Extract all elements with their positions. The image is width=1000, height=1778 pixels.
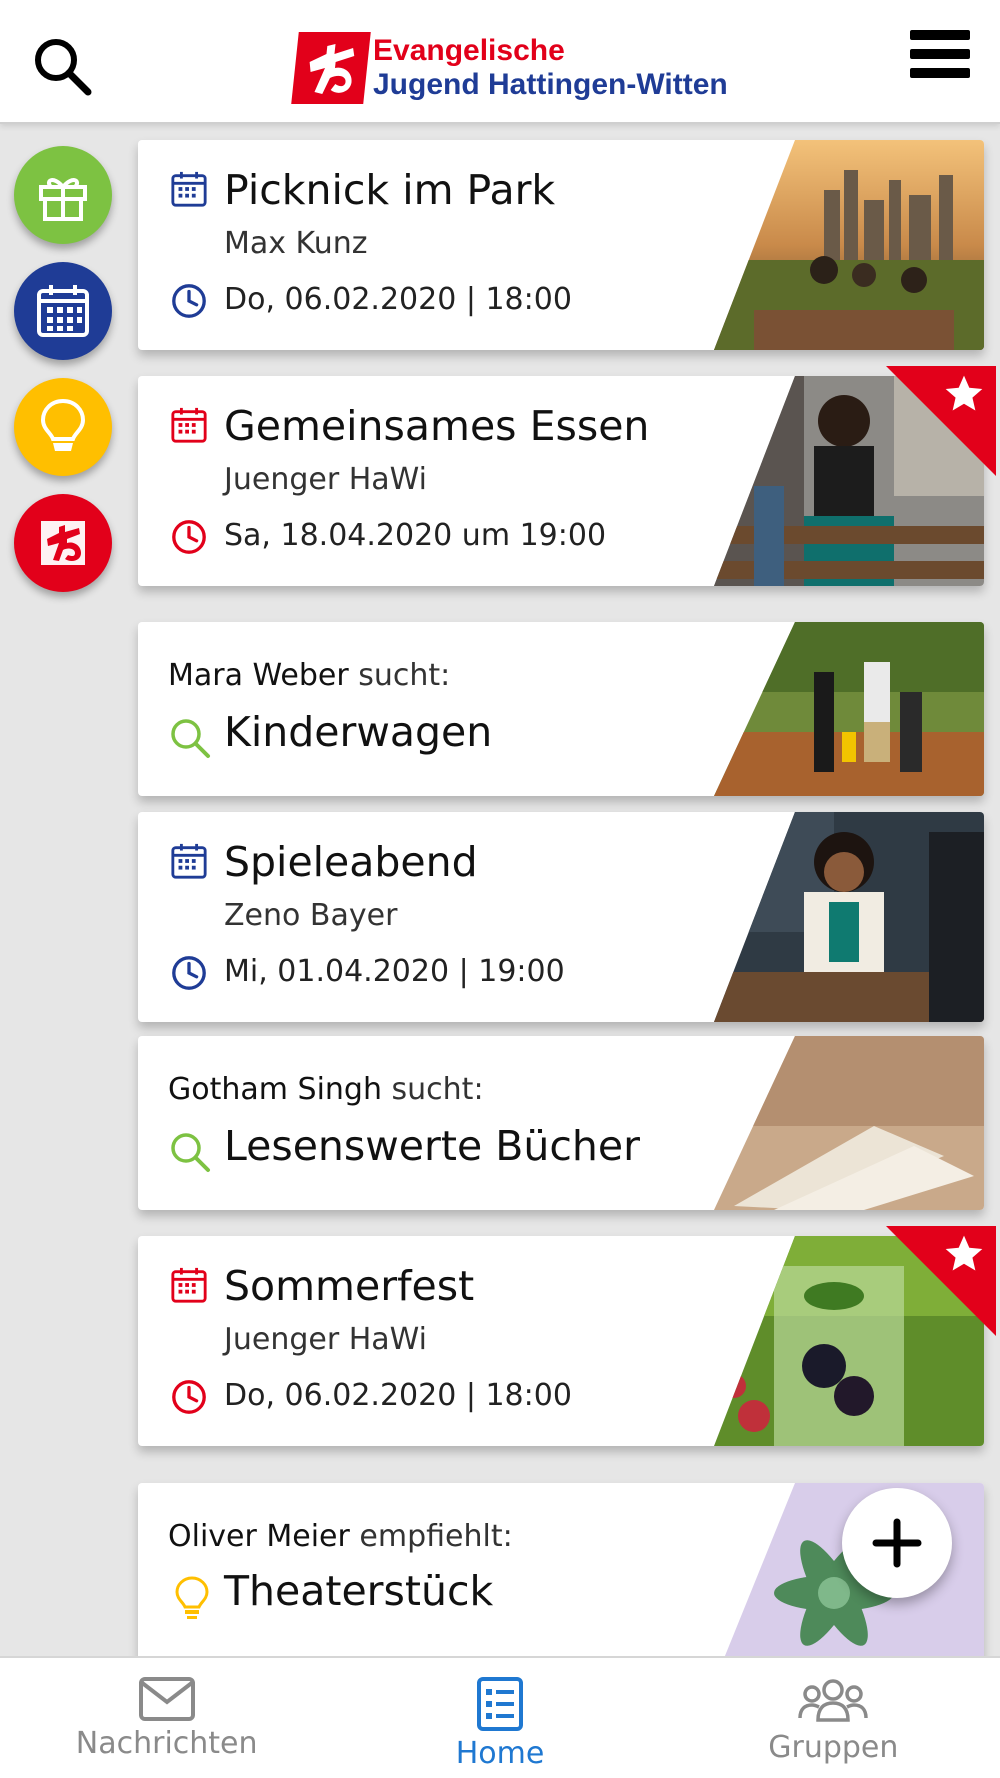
- tab-nachrichten[interactable]: Nachrichten: [0, 1658, 333, 1778]
- clock-icon: [172, 520, 206, 554]
- event-organizer: Juenger HaWi: [224, 462, 427, 497]
- star-icon: [945, 375, 983, 411]
- request-image: [714, 622, 984, 796]
- event-organizer: Max Kunz: [224, 226, 368, 261]
- clock-icon: [172, 956, 206, 990]
- recommendation-person: Oliver Meier: [168, 1519, 350, 1554]
- star-icon: [945, 1235, 983, 1271]
- request-title: Lesenswerte Bücher: [224, 1122, 640, 1170]
- app-header: Evangelische Jugend Hattingen-Witten: [0, 0, 1000, 124]
- request-title: Kinderwagen: [224, 708, 493, 756]
- list-icon: [476, 1677, 523, 1731]
- logo-text-line2: Jugend Hattingen-Witten: [373, 68, 728, 101]
- event-card[interactable]: Sommerfest Juenger HaWi Do, 06.02.2020 |…: [138, 1226, 996, 1446]
- group-icon: [798, 1679, 869, 1722]
- organization-button[interactable]: [14, 494, 112, 592]
- event-datetime: Do, 06.02.2020 | 18:00: [224, 1378, 572, 1413]
- logo-text-line1: Evangelische: [373, 34, 565, 67]
- request-card[interactable]: Mara Weber sucht: Kinderwagen: [138, 622, 984, 796]
- gift-icon: [39, 178, 87, 221]
- event-title: Picknick im Park: [224, 166, 556, 214]
- mail-icon: [138, 1677, 195, 1721]
- bottom-navigation: Nachrichten Home Gruppen: [0, 1656, 1000, 1778]
- recommendation-title: Theaterstück: [224, 1567, 494, 1615]
- request-verb: sucht:: [358, 658, 451, 693]
- event-image: [714, 812, 984, 1022]
- calendar-icon: [37, 285, 89, 337]
- search-button[interactable]: [30, 34, 94, 98]
- event-organizer: Juenger HaWi: [224, 1322, 427, 1357]
- event-card[interactable]: Spieleabend Zeno Bayer Mi, 01.04.2020 | …: [138, 812, 984, 1022]
- search-icon: [35, 39, 92, 96]
- clock-icon: [172, 1380, 206, 1414]
- search-icon: [171, 1133, 210, 1172]
- event-card[interactable]: Picknick im Park Max Kunz Do, 06.02.2020…: [138, 140, 984, 350]
- event-organizer: Zeno Bayer: [224, 898, 398, 933]
- hamburger-menu-icon: [910, 30, 970, 40]
- recommendation-header: Oliver Meier empfiehlt:: [168, 1519, 513, 1554]
- add-button[interactable]: [842, 1488, 952, 1598]
- hamburger-menu-button[interactable]: [910, 30, 970, 86]
- logo-mark-icon: [291, 32, 371, 104]
- tab-label: Home: [455, 1736, 545, 1771]
- event-datetime: Do, 06.02.2020 | 18:00: [224, 282, 572, 317]
- calendar-icon: [171, 843, 207, 879]
- clock-icon: [172, 284, 206, 318]
- tab-gruppen[interactable]: Gruppen: [667, 1658, 1000, 1778]
- request-header: Gotham Singh sucht:: [168, 1072, 484, 1107]
- lightbulb-icon: [175, 1576, 209, 1619]
- idea-button[interactable]: [14, 378, 112, 476]
- request-card[interactable]: Gotham Singh sucht: Lesenswerte Bücher: [138, 1036, 984, 1210]
- request-image: [714, 1036, 984, 1210]
- tab-label: Gruppen: [768, 1730, 899, 1765]
- calendar-icon: [171, 171, 207, 207]
- plus-icon: [872, 1518, 922, 1568]
- logo-icon: [41, 521, 85, 565]
- event-title: Sommerfest: [224, 1262, 475, 1310]
- event-title: Spieleabend: [224, 838, 478, 886]
- calendar-icon: [171, 1267, 207, 1303]
- event-card[interactable]: Gemeinsames Essen Juenger HaWi Sa, 18.04…: [138, 366, 996, 586]
- recommendation-verb: empfiehlt:: [359, 1519, 513, 1554]
- request-person: Gotham Singh: [168, 1072, 382, 1107]
- request-person: Mara Weber: [168, 658, 349, 693]
- calendar-button[interactable]: [14, 262, 112, 360]
- lightbulb-icon: [40, 398, 86, 451]
- event-datetime: Mi, 01.04.2020 | 19:00: [224, 954, 565, 989]
- tab-home[interactable]: Home: [333, 1658, 666, 1778]
- tab-label: Nachrichten: [75, 1726, 258, 1761]
- search-icon: [171, 719, 210, 758]
- calendar-icon: [171, 407, 207, 443]
- event-datetime: Sa, 18.04.2020 um 19:00: [224, 518, 607, 553]
- request-header: Mara Weber sucht:: [168, 658, 450, 693]
- request-verb: sucht:: [391, 1072, 484, 1107]
- event-title: Gemeinsames Essen: [224, 402, 650, 450]
- gift-button[interactable]: [14, 146, 112, 244]
- app-logo: Evangelische Jugend Hattingen-Witten: [291, 30, 728, 106]
- event-image: [714, 140, 984, 350]
